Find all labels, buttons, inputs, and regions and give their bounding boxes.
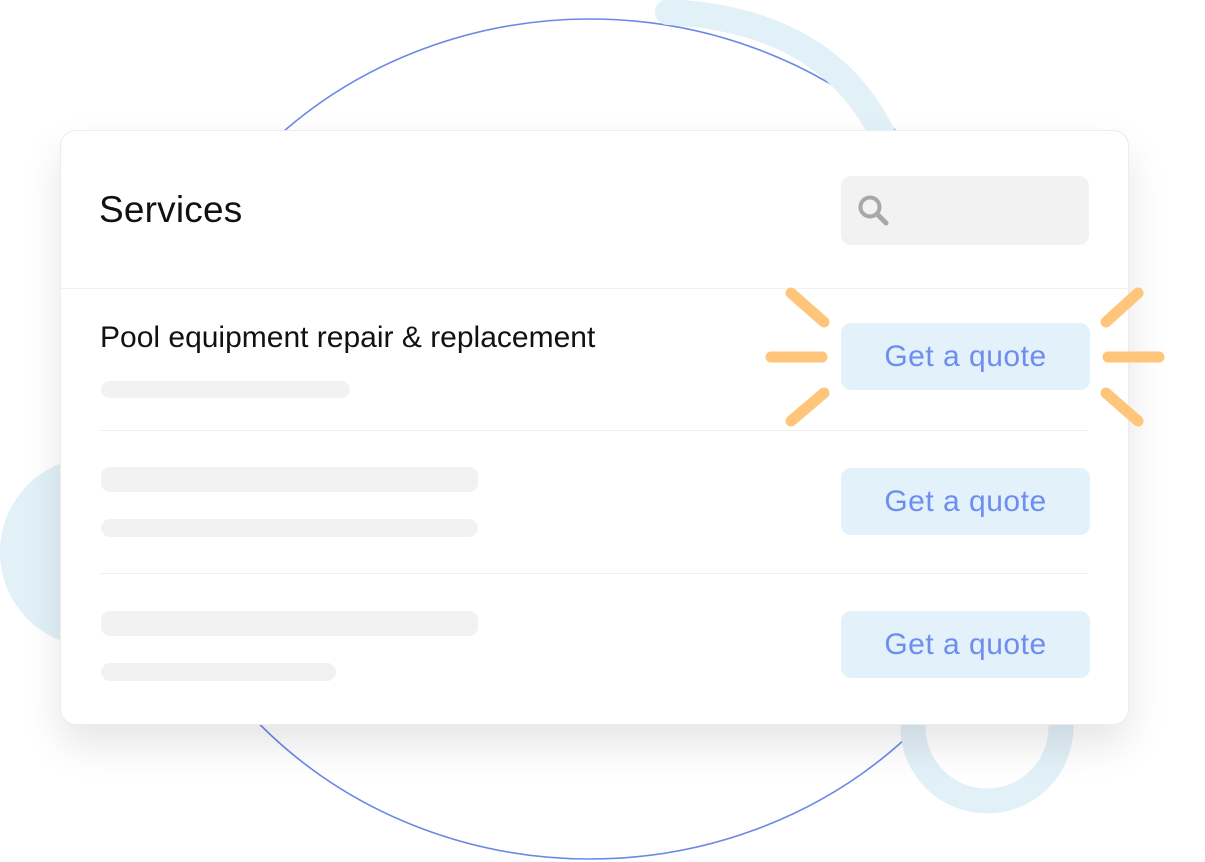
services-card: Services Pool equipment repair & replace… (60, 130, 1129, 725)
placeholder-line (101, 381, 350, 398)
get-quote-button-highlighted[interactable]: Get a quote (841, 323, 1090, 390)
get-quote-button[interactable]: Get a quote (841, 468, 1090, 535)
services-title: Services (99, 189, 243, 230)
search-box[interactable] (841, 176, 1089, 245)
placeholder-line (101, 611, 478, 636)
search-icon (858, 195, 889, 226)
get-quote-button[interactable]: Get a quote (841, 611, 1090, 678)
placeholder-line (101, 519, 478, 537)
placeholder-line (101, 663, 336, 681)
placeholder-line (101, 467, 478, 492)
row-divider (100, 573, 1088, 574)
header-divider (61, 288, 1128, 289)
row-divider (100, 430, 1088, 431)
service-name: Pool equipment repair & replacement (100, 321, 596, 354)
